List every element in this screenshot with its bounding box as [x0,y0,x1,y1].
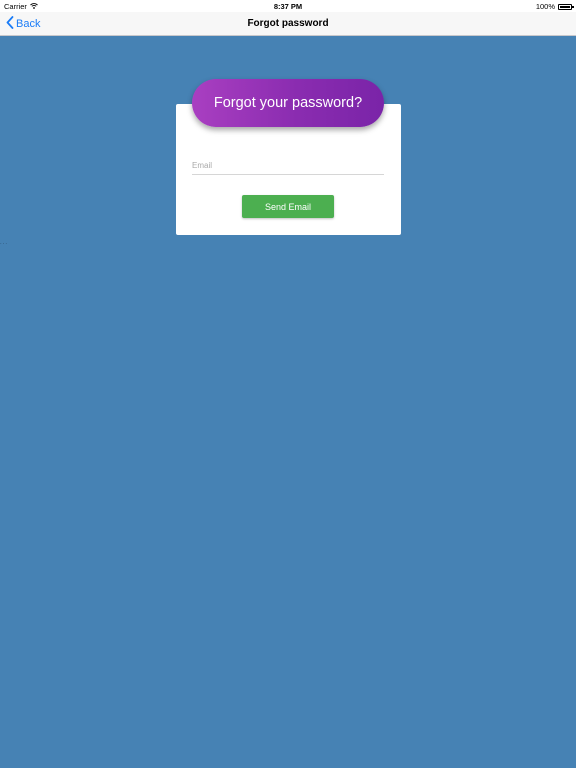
status-bar: Carrier 8:37 PM 100% [0,0,576,12]
status-time: 8:37 PM [273,2,303,11]
decorative-dots: ... [0,240,9,246]
status-right: 100% [535,2,574,11]
page-title: Forgot password [247,18,329,29]
battery-percent: 100% [535,2,555,11]
navigation-bar: Back Forgot password [0,12,576,36]
card-heading: Forgot your password? [213,95,363,111]
email-field[interactable] [192,157,384,175]
card-header: Forgot your password? [192,79,384,127]
battery-icon [558,3,574,10]
send-email-button[interactable]: Send Email [242,195,334,218]
